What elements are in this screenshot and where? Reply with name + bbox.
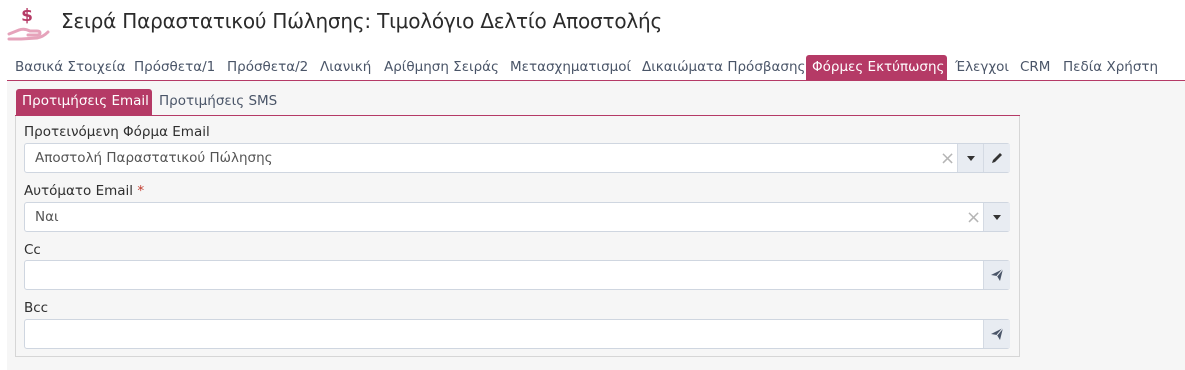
send-icon <box>991 268 1004 281</box>
clear-icon[interactable]: × <box>940 148 955 169</box>
auto-email-select[interactable]: Ναι × <box>24 202 1010 232</box>
tab-extra-1[interactable]: Πρόσθετα/1 <box>128 55 221 80</box>
dropdown-button[interactable] <box>983 203 1010 231</box>
page-header: $ Σειρά Παραστατικού Πώλησης: Τιμολόγιο … <box>0 0 1185 46</box>
money-hand-icon: $ <box>7 6 50 41</box>
tab-print-forms[interactable]: Φόρμες Εκτύπωσης <box>806 55 947 80</box>
page-title: Σειρά Παραστατικού Πώλησης: Τιμολόγιο Δε… <box>61 9 663 33</box>
tab-user-fields[interactable]: Πεδία Χρήστη <box>1057 55 1164 80</box>
cc-field[interactable] <box>24 260 1010 290</box>
caret-down-icon <box>967 156 975 161</box>
auto-email-value: Ναι <box>35 209 59 225</box>
auto-email-label: Αυτόματο Email * <box>24 183 144 199</box>
dropdown-button[interactable] <box>957 144 984 172</box>
tab-series-numbering[interactable]: Αρίθμηση Σειράς <box>378 55 505 80</box>
pencil-icon <box>992 153 1002 163</box>
email-form-label: Προτεινόμενη Φόρμα Email <box>24 124 210 140</box>
email-form-value: Αποστολή Παραστατικού Πώλησης <box>35 150 273 166</box>
tab-retail[interactable]: Λιανική <box>314 55 377 80</box>
tab-extra-2[interactable]: Πρόσθετα/2 <box>221 55 314 80</box>
tab-crm[interactable]: CRM <box>1014 55 1056 80</box>
tab-basic-info[interactable]: Βασικά Στοιχεία <box>9 55 131 80</box>
cc-send-button[interactable] <box>983 261 1010 289</box>
clear-icon[interactable]: × <box>966 207 981 228</box>
tab-access-rights[interactable]: Δικαιώματα Πρόσβασης <box>636 55 811 80</box>
svg-text:$: $ <box>21 6 33 26</box>
tab-checks[interactable]: Έλεγχοι <box>949 55 1015 80</box>
auto-email-label-text: Αυτόματο Email <box>24 183 134 199</box>
subtab-email-preferences[interactable]: Προτιμήσεις Email <box>16 89 152 115</box>
send-icon <box>991 327 1004 340</box>
bcc-field[interactable] <box>24 319 1010 349</box>
tab-transformations[interactable]: Μετασχηματισμοί <box>504 55 637 80</box>
required-mark: * <box>137 183 145 199</box>
subtab-sms-preferences[interactable]: Προτιμήσεις SMS <box>153 89 283 115</box>
sub-tabs: Προτιμήσεις Email Προτιμήσεις SMS <box>15 89 1020 117</box>
cc-label: Cc <box>24 242 41 258</box>
edit-button[interactable] <box>983 144 1010 172</box>
caret-down-icon <box>993 215 1001 220</box>
main-tabs: Βασικά Στοιχεία Πρόσθετα/1 Πρόσθετα/2 Λι… <box>7 55 1185 82</box>
bcc-label: Bcc <box>24 300 49 316</box>
bcc-send-button[interactable] <box>983 320 1010 348</box>
email-form-select[interactable]: Αποστολή Παραστατικού Πώλησης × <box>24 143 1010 173</box>
